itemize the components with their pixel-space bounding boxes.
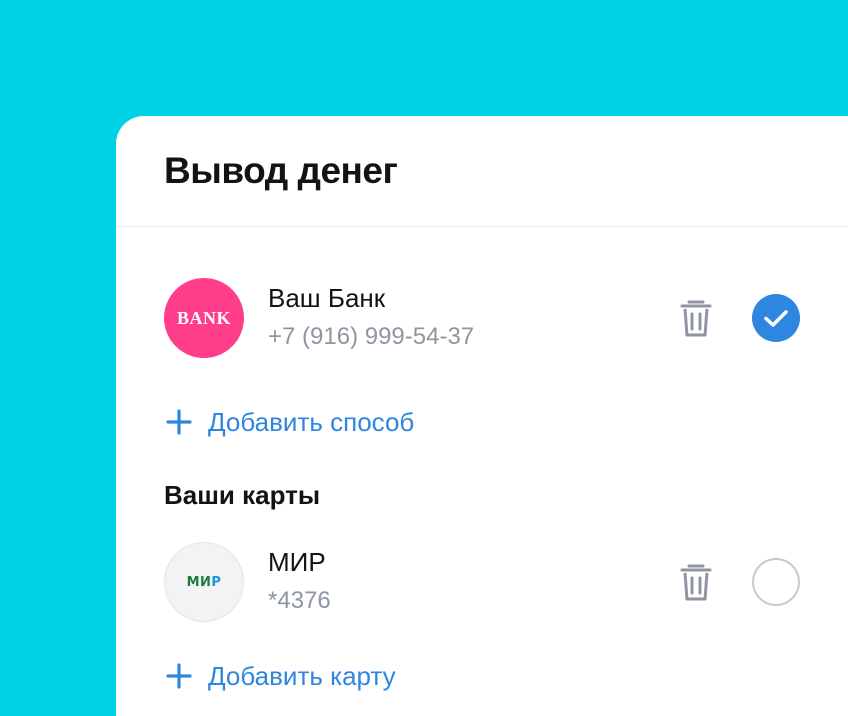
method-selected-checkbox[interactable] <box>752 294 800 342</box>
mir-logo: МИР <box>164 542 244 622</box>
add-method-button[interactable]: Добавить способ <box>164 402 414 442</box>
method-phone: +7 (916) 999-54-37 <box>268 323 475 350</box>
trash-icon <box>680 564 712 601</box>
card-row[interactable]: МИР МИР *4376 <box>164 542 800 622</box>
cards-section-title: Ваши карты <box>164 480 321 510</box>
card-number: *4376 <box>268 587 331 614</box>
payout-method-row[interactable]: BANK Ваш Банк +7 (916) 999-54-37 <box>164 278 800 358</box>
add-method-label: Добавить способ <box>208 406 415 437</box>
plus-icon <box>166 663 192 689</box>
add-card-label: Добавить карту <box>208 660 396 691</box>
trash-icon <box>680 300 712 337</box>
method-name: Ваш Банк <box>268 283 386 313</box>
delete-card-button[interactable] <box>674 560 718 604</box>
check-icon <box>764 310 788 327</box>
delete-method-button[interactable] <box>674 296 718 340</box>
card-name: МИР <box>268 547 326 577</box>
card-select-radio[interactable] <box>752 558 800 606</box>
panel-header: Вывод денег <box>116 116 848 227</box>
page-title: Вывод денег <box>164 150 398 191</box>
plus-icon <box>166 409 192 435</box>
withdraw-panel: Вывод денег BANK Ваш Банк +7 (916) 999-5… <box>116 116 848 716</box>
add-card-button[interactable]: Добавить карту <box>164 656 396 696</box>
bank-logo: BANK <box>164 278 244 358</box>
bank-logo-text: BANK <box>176 307 231 328</box>
mir-logo-text: МИР <box>186 574 222 590</box>
